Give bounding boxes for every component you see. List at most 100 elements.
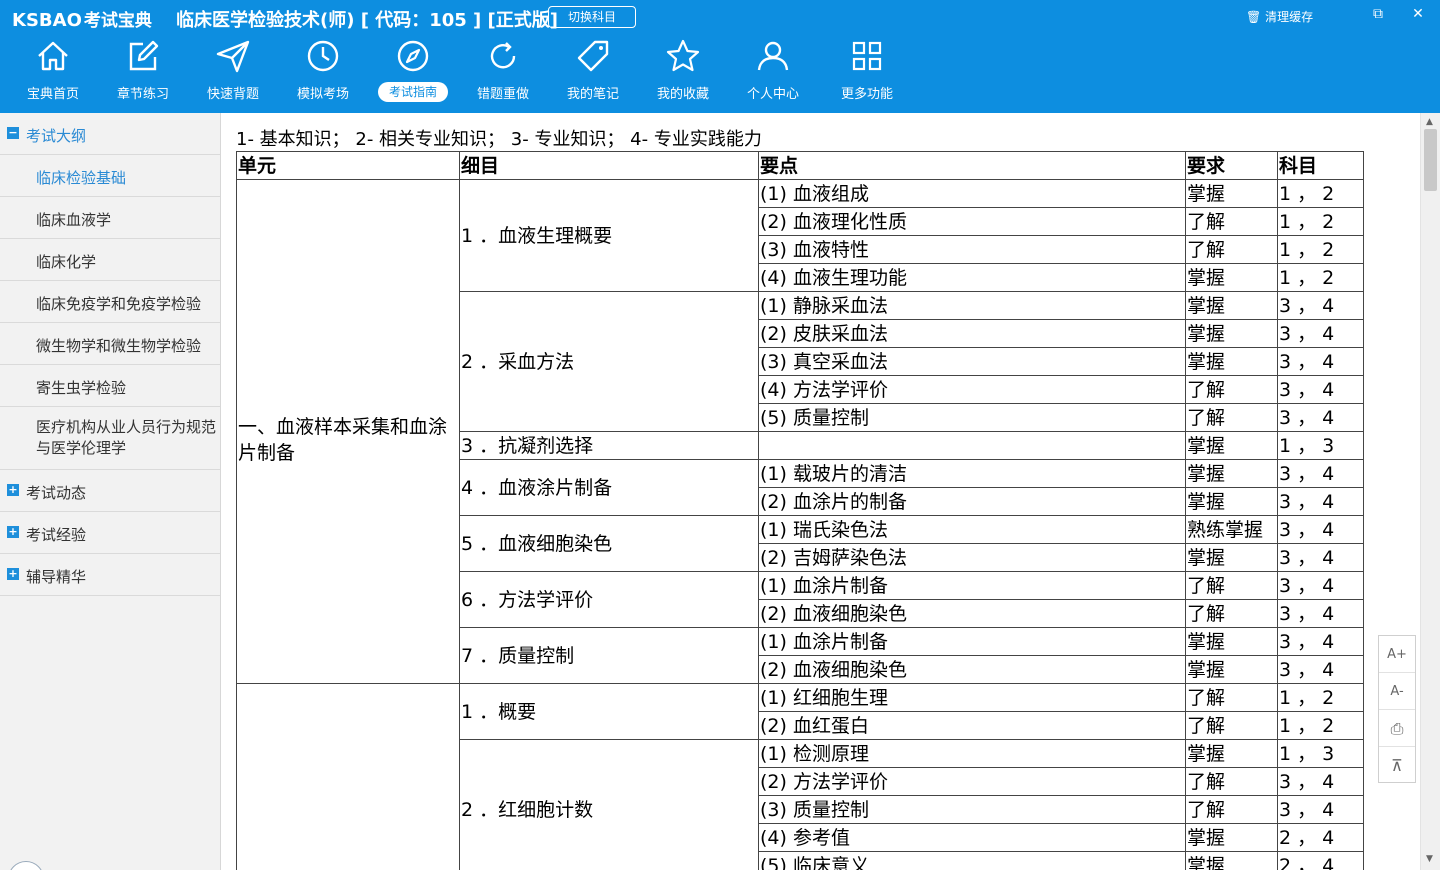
tool-profile[interactable]: 个人中心 — [728, 34, 818, 113]
sidebar-item-label: 寄生虫学检验 — [36, 379, 127, 397]
sidebar-item-ethics[interactable]: 医疗机构从业人员行为规范与医学伦理学 — [0, 407, 220, 470]
tool-exam-guide[interactable]: 考试指南 — [368, 34, 458, 113]
point-cell: (2) 血红蛋白 — [758, 711, 1186, 740]
tool-mock-exam[interactable]: 模拟考场 — [278, 34, 368, 113]
tag-icon — [577, 40, 609, 72]
tool-quick-review[interactable]: 快速背题 — [188, 34, 278, 113]
point-cell: (5) 质量控制 — [758, 403, 1186, 432]
sidebar-item-microbiology[interactable]: 微生物学和微生物学检验 — [0, 323, 220, 365]
compass-icon — [397, 40, 429, 72]
tool-chapter[interactable]: 章节练习 — [98, 34, 188, 113]
tool-chapter-label: 章节练习 — [116, 87, 169, 102]
sidebar-cat-outline[interactable]: − 考试大纲 — [0, 113, 220, 155]
scroll-down-icon[interactable]: ▼ — [1426, 854, 1433, 864]
scrollbar-thumb[interactable] — [1424, 129, 1437, 191]
app-window: KSBAO 考试宝典 临床医学检验技术(师) [ 代码：105 ] [正式版] 切… — [0, 0, 1440, 870]
grid-icon — [852, 41, 882, 71]
home-icon — [38, 41, 68, 71]
subject-cell: 3 ， 4 — [1277, 571, 1364, 600]
tool-wrong-redo[interactable]: 错题重做 — [458, 34, 548, 113]
sidebar-item-chemistry[interactable]: 临床化学 — [0, 239, 220, 281]
item-cell: 7 ．质量控制 — [459, 627, 759, 684]
requirement-cell: 掌握 — [1185, 823, 1278, 852]
print-icon[interactable]: ⎙ — [1379, 710, 1415, 747]
sidebar-cat-news[interactable]: + 考试动态 — [0, 470, 220, 512]
point-cell: (1) 瑞氏染色法 — [758, 515, 1186, 544]
subject-cell: 3 ， 4 — [1277, 403, 1364, 432]
point-cell: (2) 血液细胞染色 — [758, 655, 1186, 684]
sidebar-cat-experience[interactable]: + 考试经验 — [0, 512, 220, 554]
point-cell: (5) 临床意义 — [758, 851, 1186, 870]
item-cell: 2 ．采血方法 — [459, 291, 759, 432]
point-cell: (1) 血涂片制备 — [758, 627, 1186, 656]
tool-favorites[interactable]: 我的收藏 — [638, 34, 728, 113]
switch-subject-button[interactable]: 切换科目 — [548, 6, 636, 28]
tool-more[interactable]: 更多功能 — [822, 34, 912, 113]
sidebar-item-parasitology[interactable]: 寄生虫学检验 — [0, 365, 220, 407]
float-toolbox: A+ A- ⎙ ⊼ — [1378, 635, 1416, 783]
subject-cell: 3 ， 4 — [1277, 515, 1364, 544]
subject-cell: 1 ， 2 — [1277, 263, 1364, 292]
requirement-cell: 掌握 — [1185, 291, 1278, 320]
tool-home[interactable]: 宝典首页 — [8, 34, 98, 113]
point-cell: (1) 检测原理 — [758, 739, 1186, 768]
subject-cell: 3 ， 4 — [1277, 655, 1364, 684]
sidebar-cat-guide[interactable]: + 辅导精华 — [0, 554, 220, 596]
subject-cell: 3 ， 4 — [1277, 375, 1364, 404]
requirement-cell: 掌握 — [1185, 319, 1278, 348]
requirement-cell: 掌握 — [1185, 627, 1278, 656]
requirement-cell: 掌握 — [1185, 179, 1278, 208]
requirement-cell: 了解 — [1185, 599, 1278, 628]
subject-cell: 3 ， 4 — [1277, 319, 1364, 348]
requirement-cell: 了解 — [1185, 403, 1278, 432]
point-cell: (1) 红细胞生理 — [758, 683, 1186, 712]
requirement-cell: 了解 — [1185, 235, 1278, 264]
sidebar-item-immunology[interactable]: 临床免疫学和免疫学检验 — [0, 281, 220, 323]
font-increase-button[interactable]: A+ — [1379, 636, 1415, 673]
tool-notes-label: 我的笔记 — [566, 87, 619, 102]
point-cell: (4) 血液生理功能 — [758, 263, 1186, 292]
refresh-icon — [490, 42, 516, 69]
point-cell: (2) 血液理化性质 — [758, 207, 1186, 236]
point-cell: (1) 载玻片的清洁 — [758, 459, 1186, 488]
subject-cell: 1 ， 2 — [1277, 711, 1364, 740]
requirement-cell: 掌握 — [1185, 851, 1278, 870]
font-decrease-button[interactable]: A- — [1379, 673, 1415, 710]
subject-cell: 3 ， 4 — [1277, 599, 1364, 628]
help-circle-icon[interactable] — [8, 861, 44, 870]
subject-cell: 3 ， 4 — [1277, 487, 1364, 516]
header: KSBAO 考试宝典 临床医学检验技术(师) [ 代码：105 ] [正式版] 切… — [0, 0, 1440, 113]
requirement-cell: 掌握 — [1185, 431, 1278, 460]
subject-cell: 3 ， 4 — [1277, 347, 1364, 376]
scroll-up-icon[interactable]: ▲ — [1426, 117, 1433, 127]
subject-cell: 3 ， 4 — [1277, 543, 1364, 572]
sidebar-cat-outline-label: 考试大纲 — [26, 127, 87, 145]
subject-cell: 3 ， 4 — [1277, 291, 1364, 320]
subject-cell: 2 ， 4 — [1277, 851, 1364, 870]
requirement-cell: 了解 — [1185, 683, 1278, 712]
sidebar-cat-news-label: 考试动态 — [26, 484, 87, 502]
item-cell: 4 ．血液涂片制备 — [459, 459, 759, 516]
tool-favorites-label: 我的收藏 — [656, 87, 709, 102]
sidebar-item-hematology[interactable]: 临床血液学 — [0, 197, 220, 239]
subject-cell: 3 ， 4 — [1277, 459, 1364, 488]
subject-cell: 1 ， 2 — [1277, 179, 1364, 208]
requirement-cell: 掌握 — [1185, 263, 1278, 292]
requirement-cell: 了解 — [1185, 711, 1278, 740]
sidebar-cat-experience-label: 考试经验 — [26, 526, 87, 544]
sidebar-item-label: 临床免疫学和免疫学检验 — [36, 295, 202, 313]
sidebar-item-clinical-basics[interactable]: 临床检验基础 — [0, 155, 220, 197]
requirement-cell: 掌握 — [1185, 543, 1278, 572]
back-to-top-icon[interactable]: ⊼ — [1379, 747, 1415, 784]
tool-notes[interactable]: 我的笔记 — [548, 34, 638, 113]
requirement-cell: 掌握 — [1185, 739, 1278, 768]
close-window-button[interactable]: ✕ — [1408, 6, 1428, 22]
vertical-scrollbar[interactable]: ▲ ▼ — [1420, 113, 1440, 870]
expand-icon: + — [7, 567, 19, 580]
sidebar-item-label: 医疗机构从业人员行为规范与医学伦理学 — [36, 418, 217, 457]
content-area: 1- 基本知识； 2- 相关专业知识； 3- 专业知识； 4- 专业实践能力 单… — [222, 113, 1420, 870]
restore-window-button[interactable]: ⧉ — [1368, 6, 1388, 22]
clear-cache-button[interactable]: 🗑 清理缓存 — [1246, 8, 1313, 25]
tool-more-label: 更多功能 — [840, 87, 893, 102]
tool-exam-guide-label: 考试指南 — [378, 82, 448, 102]
